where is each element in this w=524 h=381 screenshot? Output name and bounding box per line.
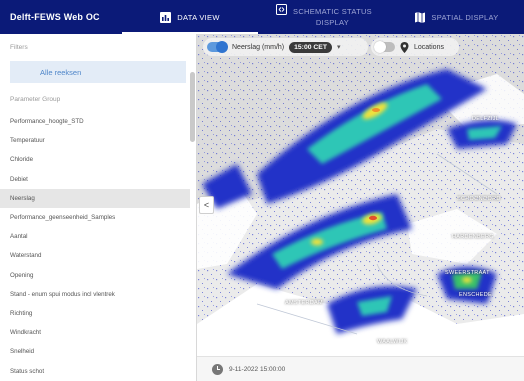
place-label: DELFZIJL — [472, 116, 500, 122]
locations-label: Locations — [414, 43, 444, 51]
parameter-group-list: Performance_hoogte_STD Temperatuur Chlor… — [0, 112, 190, 381]
schematic-icon — [276, 4, 288, 15]
time-bar: 9-11-2022 15:00:00 — [197, 356, 524, 381]
chart-icon — [160, 11, 172, 23]
place-label: SWEERSTRAAT — [445, 270, 490, 276]
filter-alle-reeksen[interactable]: Alle reeksen — [10, 61, 186, 83]
collapse-sidebar-button[interactable]: < — [199, 196, 214, 214]
location-pin-icon — [400, 41, 409, 53]
app-title: Delft-FEWS Web OC — [10, 12, 100, 22]
place-label: AMSTERDAM — [285, 300, 323, 306]
list-item[interactable]: Chloride — [0, 150, 190, 169]
layer-label: Neerslag (mm/h) — [232, 43, 285, 51]
list-item[interactable]: Performance_geenseenheid_Samples — [0, 208, 190, 227]
list-item-selected[interactable]: Neerslag — [0, 188, 190, 208]
filters-heading: Filters — [10, 44, 28, 51]
precipitation-map[interactable]: Neerslag (mm/h) 15:00 CET ▾ Locations < … — [197, 34, 524, 356]
current-datetime[interactable]: 9-11-2022 15:00:00 — [229, 366, 285, 373]
tab-schematic-label-line2: DISPLAY — [315, 18, 350, 27]
tab-data-view[interactable]: DATA VIEW — [122, 0, 258, 34]
place-label: SCHOONOORD — [457, 196, 501, 202]
sidebar-scrollbar[interactable] — [190, 72, 195, 142]
top-navigation-bar: Delft-FEWS Web OC DATA VIEW SCHEMATIC ST… — [0, 0, 524, 34]
radar-map-canvas — [197, 34, 524, 356]
list-item[interactable]: Temperatuur — [0, 131, 190, 150]
tab-schematic-status-display[interactable]: SCHEMATIC STATUS DISPLAY — [258, 0, 390, 34]
tab-spatial-display-label: SPATIAL DISPLAY — [431, 12, 499, 22]
list-item[interactable]: Debiet — [0, 170, 190, 189]
list-item[interactable]: Windkracht — [0, 323, 190, 342]
filter-sidebar: Filters Alle reeksen Parameter Group Per… — [0, 34, 197, 381]
list-item[interactable]: Status schot — [0, 361, 190, 380]
layer-toggle[interactable] — [207, 41, 228, 53]
list-item[interactable]: Waterstand — [0, 246, 190, 265]
layer-control: Neerslag (mm/h) 15:00 CET ▾ — [203, 38, 368, 56]
list-item[interactable]: Snelheid — [0, 342, 190, 361]
chevron-down-icon[interactable]: ▾ — [337, 43, 341, 51]
place-label: ENSCHEDE — [459, 292, 492, 298]
tab-spatial-display[interactable]: SPATIAL DISPLAY — [390, 0, 524, 34]
tab-data-view-label: DATA VIEW — [177, 12, 220, 22]
list-item[interactable]: Performance_hoogte_STD — [0, 112, 190, 131]
list-item[interactable]: Aantal — [0, 227, 190, 246]
place-label: HARDENBERG — [452, 234, 494, 240]
map-icon — [415, 11, 426, 23]
clock-icon — [212, 363, 223, 375]
list-item[interactable]: Opening — [0, 266, 190, 285]
list-item[interactable]: Richting — [0, 304, 190, 323]
list-item[interactable]: Stand - enum spui modus incl vlentrek — [0, 285, 190, 304]
time-selector[interactable]: 15:00 CET — [289, 41, 332, 53]
parameter-group-heading: Parameter Group — [10, 96, 61, 103]
locations-toggle[interactable] — [374, 41, 395, 53]
tab-schematic-label-line1: SCHEMATIC STATUS — [293, 7, 372, 16]
locations-control: Locations — [371, 38, 459, 56]
place-label: WAALWIJK — [377, 339, 408, 345]
